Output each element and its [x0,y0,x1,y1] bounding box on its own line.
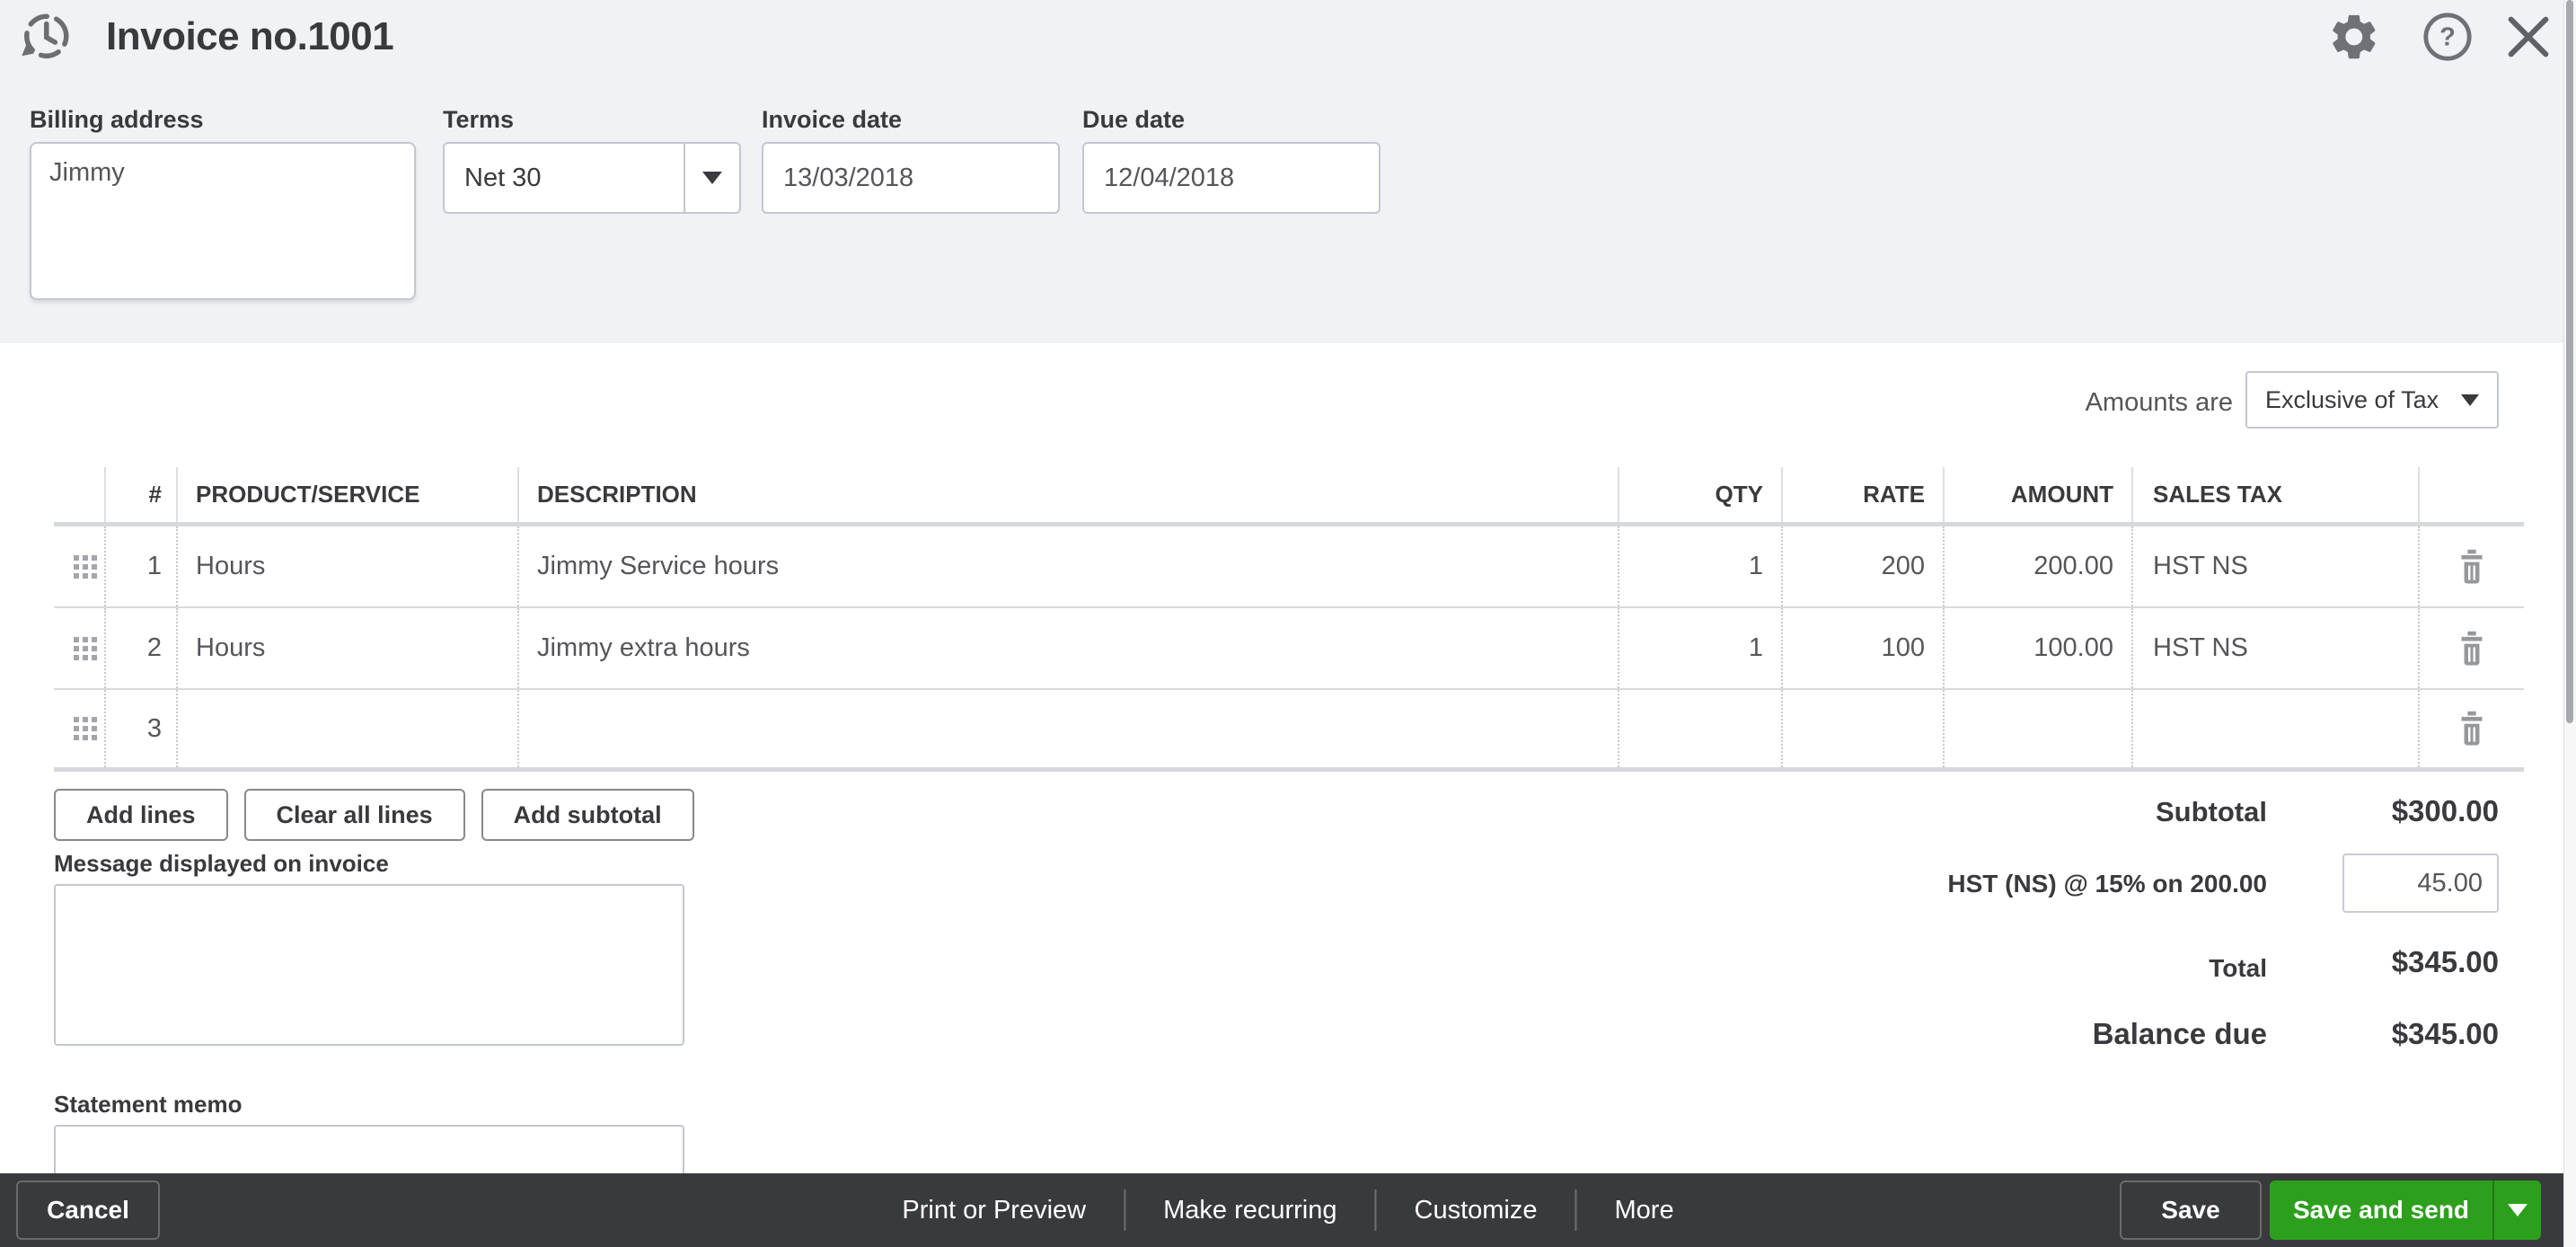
description-cell[interactable] [519,690,1619,767]
delete-row-button[interactable] [2457,631,2486,667]
billing-address-label: Billing address [30,106,204,134]
delete-row-button[interactable] [2457,711,2486,747]
subtotal-value: $300.00 [2392,794,2499,828]
help-icon[interactable]: ? [2422,11,2474,63]
description-cell[interactable]: Jimmy Service hours [519,526,1619,606]
header-number: # [106,467,178,522]
invoice-date-label: Invoice date [762,106,902,134]
amount-cell[interactable]: 200.00 [1945,526,2133,606]
message-field[interactable] [54,884,684,1046]
table-actions: Add lines Clear all lines Add subtotal [54,789,694,841]
balance-due-label: Balance due [2093,1017,2267,1051]
invoice-date-field[interactable] [762,142,1060,214]
drag-handle-icon[interactable] [74,555,97,579]
rate-cell[interactable]: 200 [1783,526,1945,606]
drag-handle-icon[interactable] [74,637,97,660]
drag-cell [54,526,106,606]
billing-address-field[interactable]: Jimmy [30,142,416,300]
chevron-down-icon [2508,1204,2527,1216]
total-label: Total [2209,954,2267,983]
due-date-field[interactable] [1082,142,1381,214]
amount-cell[interactable]: 100.00 [1945,608,2133,688]
save-and-send-split-button: Save and send [2270,1181,2541,1240]
statement-memo-label: Statement memo [54,1091,243,1119]
total-value: $345.00 [2392,945,2499,979]
page-title: Invoice no.1001 [106,14,393,59]
sales-tax-cell[interactable]: HST NS [2133,608,2420,688]
amounts-are-label: Amounts are [2086,388,2233,418]
scrollbar-track[interactable] [2563,0,2576,1247]
print-or-preview-button[interactable]: Print or Preview [864,1190,1125,1231]
history-icon[interactable] [14,9,74,68]
amount-cell[interactable] [1945,690,2133,767]
header-drag-col [54,467,106,522]
make-recurring-button[interactable]: Make recurring [1125,1190,1376,1231]
invoice-header-band: Invoice no.1001 ? Billing address Jimmy … [0,0,2576,343]
tax-label: HST (NS) @ 15% on 200.00 [1947,870,2267,898]
product-service-cell[interactable]: Hours [178,608,519,688]
due-date-label: Due date [1082,106,1185,134]
footer-links: Print or Preview Make recurring Customiz… [864,1173,1711,1247]
sales-tax-cell[interactable] [2133,690,2420,767]
save-button[interactable]: Save [2120,1181,2262,1240]
scrollbar-thumb[interactable] [2566,0,2573,723]
header-actions-col [2420,467,2524,522]
close-icon[interactable] [2502,11,2554,63]
rate-cell[interactable] [1783,690,1945,767]
qty-cell[interactable]: 1 [1619,608,1783,688]
footer-bar: Cancel Print or Preview Make recurring C… [0,1173,2576,1247]
save-and-send-dropdown-button[interactable] [2492,1181,2541,1240]
qty-cell[interactable] [1619,690,1783,767]
row-number: 1 [106,526,178,606]
header-qty: QTY [1619,467,1783,522]
trash-icon [2457,549,2486,585]
clear-all-lines-button[interactable]: Clear all lines [244,789,465,841]
qty-cell[interactable]: 1 [1619,526,1783,606]
product-service-cell[interactable]: Hours [178,526,519,606]
customize-button[interactable]: Customize [1377,1190,1577,1231]
header-rate: RATE [1783,467,1945,522]
sales-tax-cell[interactable]: HST NS [2133,526,2420,606]
cancel-button[interactable]: Cancel [16,1181,160,1240]
trash-icon [2457,631,2486,667]
subtotal-label: Subtotal [2156,796,2267,828]
row-number: 2 [106,608,178,688]
product-service-cell[interactable] [178,690,519,767]
add-subtotal-button[interactable]: Add subtotal [481,789,694,841]
terms-label: Terms [443,106,514,134]
drag-cell [54,608,106,688]
header-amount: AMOUNT [1945,467,2133,522]
chevron-down-icon [2461,394,2479,406]
header-product-service: PRODUCT/SERVICE [178,467,519,522]
table-row: 1 Hours Jimmy Service hours 1 200 200.00… [54,526,2524,608]
drag-cell [54,690,106,767]
tax-amount-field[interactable] [2342,853,2499,913]
line-items-table: # PRODUCT/SERVICE DESCRIPTION QTY RATE A… [54,467,2524,772]
message-label: Message displayed on invoice [54,850,389,878]
table-header-row: # PRODUCT/SERVICE DESCRIPTION QTY RATE A… [54,467,2524,526]
terms-dropdown-button[interactable] [684,144,739,212]
table-row: 2 Hours Jimmy extra hours 1 100 100.00 H… [54,608,2524,690]
more-button[interactable]: More [1577,1190,1712,1231]
svg-text:?: ? [2439,23,2456,52]
terms-select[interactable]: Net 30 [443,142,741,214]
drag-handle-icon[interactable] [74,717,97,740]
add-lines-button[interactable]: Add lines [54,789,228,841]
chevron-down-icon [702,172,722,184]
gear-icon[interactable] [2328,11,2380,63]
header-description: DESCRIPTION [519,467,1619,522]
amounts-are-select[interactable]: Exclusive of Tax [2245,371,2499,429]
rate-cell[interactable]: 100 [1783,608,1945,688]
row-number: 3 [106,690,178,767]
table-row: 3 [54,690,2524,772]
terms-selected-value: Net 30 [445,144,684,212]
header-sales-tax: SALES TAX [2133,467,2420,522]
delete-row-button[interactable] [2457,549,2486,585]
amounts-are-selected-value: Exclusive of Tax [2265,386,2439,414]
save-and-send-button[interactable]: Save and send [2270,1181,2492,1240]
description-cell[interactable]: Jimmy extra hours [519,608,1619,688]
trash-icon [2457,711,2486,747]
balance-due-value: $345.00 [2392,1017,2499,1051]
